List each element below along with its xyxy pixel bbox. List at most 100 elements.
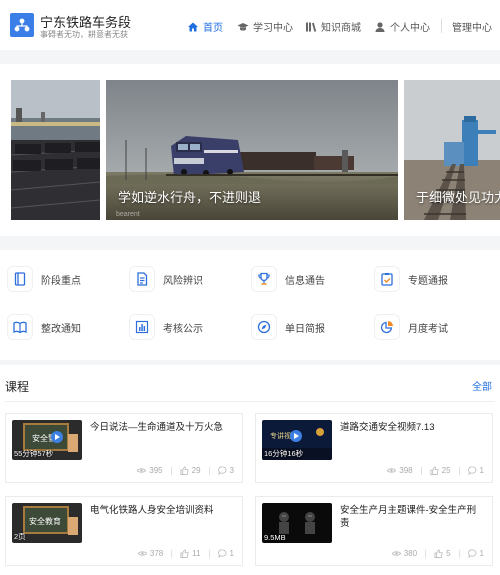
category-label: 阶段重点 [41,275,81,287]
comments-count: 1 [229,549,234,558]
open-book-icon [7,314,33,340]
course-stats: 380 5 1 [391,549,484,558]
course-file-size: 9.5MB [264,533,286,542]
comment-icon [467,549,476,558]
eye-icon [137,468,147,473]
course-card[interactable]: 专讲视频 16分钟16秒 道路交通安全视频7.13 398 25 1 [255,413,493,483]
views-stat: 395 [137,466,163,475]
comments-stat[interactable]: 1 [467,466,484,475]
section-divider [5,401,495,402]
logo-icon[interactable] [10,13,34,37]
nav-home-label: 首页 [203,23,223,34]
books-icon [306,22,317,32]
views-count: 398 [399,466,413,475]
views-count: 380 [403,549,418,558]
course-card[interactable]: 安全警 55分钟57秒 今日说法—生命通道及十万火急 395 29 3 [5,413,243,483]
course-duration: 16分钟16秒 [264,449,304,458]
comments-count: 1 [479,549,484,558]
course-thumbnail[interactable]: 9.5MB [262,503,332,543]
comments-count: 1 [479,466,484,475]
course-thumbnail[interactable]: 安全教育 2页 [12,503,82,543]
document-outline-icon [7,266,33,292]
category-label: 信息通告 [285,275,325,287]
likes-stat[interactable]: 5 [434,549,451,558]
comments-stat[interactable]: 1 [467,549,484,558]
banner-slide-prev[interactable] [11,80,100,220]
courses-section: 课程 全部 安全警 55分钟57秒 今日说法—生命通道及十万火急 395 29 … [0,365,500,575]
thumbs-up-icon [180,466,189,475]
category-label: 整改通知 [41,323,81,335]
comments-stat[interactable]: 1 [217,549,234,558]
views-stat: 380 [391,549,418,558]
nav-admin-center[interactable]: 管理中心 [452,19,492,34]
views-stat: 398 [387,466,413,475]
comment-icon [467,466,476,475]
category-stage-focus[interactable]: 阶段重点 [7,266,81,292]
category-monthly-exam[interactable]: 月度考试 [374,314,448,340]
view-all-link[interactable]: 全部 [472,378,492,393]
course-stats: 398 25 1 [387,466,484,475]
likes-count: 11 [192,549,201,558]
nav-mall-label: 知识商城 [321,23,361,34]
category-grid: 阶段重点 风险辨识 信息通告 专题通报 整改通知 考核公示 单日简报 月度考试 [0,250,500,360]
comment-icon [217,549,226,558]
graduation-cap-icon [237,22,249,30]
thumbs-up-icon [180,549,189,558]
views-count: 395 [149,466,163,475]
eye-icon [137,551,147,556]
category-assessment[interactable]: 考核公示 [129,314,203,340]
compass-icon [251,314,277,340]
pie-chart-icon [374,314,400,340]
category-label: 月度考试 [408,323,448,335]
category-info-notice[interactable]: 信息通告 [251,266,325,292]
likes-stat[interactable]: 25 [430,466,451,475]
eye-icon [387,468,397,473]
nav-personal-center[interactable]: 个人中心 [374,19,430,34]
nav-home[interactable]: 首页 [187,19,223,34]
course-card[interactable]: 安全教育 2页 电气化铁路人身安全培训资料 378 11 1 [5,496,243,566]
category-daily-brief[interactable]: 单日简报 [251,314,325,340]
section-title: 课程 [5,380,30,394]
site-slogan: 事碍者无功，耕意者无获 [40,30,128,39]
nav-study-center[interactable]: 学习中心 [237,19,293,34]
course-thumbnail[interactable]: 安全警 55分钟57秒 [12,420,82,460]
image-watermark: bearent [116,211,140,218]
category-label: 单日简报 [285,323,325,335]
category-label: 专题通报 [408,275,448,287]
course-title[interactable]: 安全生产月主题课件-安全生产刑责 [340,504,480,530]
nav-knowledge-mall[interactable]: 知识商城 [305,19,361,34]
category-risk-identify[interactable]: 风险辨识 [129,266,203,292]
banner-carousel[interactable]: 学如逆水行舟，不进则退 bearent 于细微处见功力 [0,64,500,236]
course-title[interactable]: 今日说法—生命通道及十万火急 [90,421,230,434]
home-icon [188,22,198,31]
eye-icon [391,551,401,556]
course-stats: 378 11 1 [137,549,234,558]
course-thumbnail[interactable]: 专讲视频 16分钟16秒 [262,420,332,460]
top-header: 宁东铁路车务段 事碍者无功，耕意者无获 首页 学习中心 知识商城 个人中心 管理… [0,0,500,50]
comment-icon [217,466,226,475]
likes-stat[interactable]: 29 [180,466,201,475]
likes-stat[interactable]: 11 [180,549,201,558]
course-pages: 2页 [14,532,26,541]
comments-stat[interactable]: 3 [217,466,234,475]
category-special-report[interactable]: 专题通报 [374,266,448,292]
views-count: 378 [149,549,164,558]
views-stat: 378 [137,549,164,558]
document-lines-icon [129,266,155,292]
comments-count: 3 [229,466,234,475]
nav-study-label: 学习中心 [253,23,293,34]
industrial-yard-image [11,80,100,220]
thumbs-up-icon [430,466,439,475]
course-title[interactable]: 电气化铁路人身安全培训资料 [90,504,230,517]
category-rectify-notice[interactable]: 整改通知 [7,314,81,340]
banner-slide-main[interactable]: 学如逆水行舟，不进则退 bearent [106,80,398,220]
likes-count: 5 [446,549,451,558]
banner-caption-main: 学如逆水行舟，不进则退 [118,190,262,205]
course-title[interactable]: 道路交通安全视频7.13 [340,421,480,434]
bar-chart-icon [129,314,155,340]
nav-personal-label: 个人中心 [390,23,430,34]
banner-slide-next[interactable]: 于细微处见功力 [404,80,500,220]
course-card[interactable]: 9.5MB 安全生产月主题课件-安全生产刑责 380 5 1 [255,496,493,566]
svg-text:安全教育: 安全教育 [29,516,61,526]
clipboard-check-icon [374,266,400,292]
